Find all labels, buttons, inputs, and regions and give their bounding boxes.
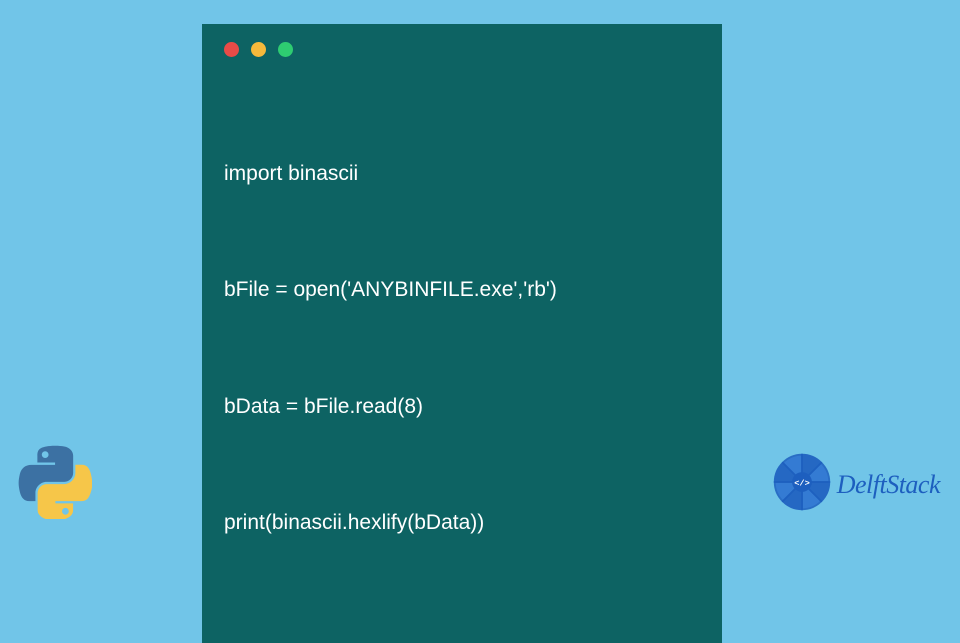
close-icon xyxy=(224,42,239,57)
delftstack-brand-text: DelftStack xyxy=(837,470,940,500)
code-window: import binascii bFile = open('ANYBINFILE… xyxy=(202,24,722,643)
maximize-icon xyxy=(278,42,293,57)
code-line: bFile = open('ANYBINFILE.exe','rb') xyxy=(224,271,700,310)
code-line: bData = bFile.read(8) xyxy=(224,388,700,427)
python-logo-icon xyxy=(18,445,92,524)
code-line: print(binascii.hexlify(bData)) xyxy=(224,504,700,543)
minimize-icon xyxy=(251,42,266,57)
svg-text:</>: </> xyxy=(794,479,810,489)
delftstack-mandala-icon: </> xyxy=(771,451,833,518)
window-controls xyxy=(224,42,700,57)
delftstack-logo: </> DelftStack xyxy=(771,451,940,518)
code-block: import binascii bFile = open('ANYBINFILE… xyxy=(224,77,700,621)
code-line: import binascii xyxy=(224,155,700,194)
